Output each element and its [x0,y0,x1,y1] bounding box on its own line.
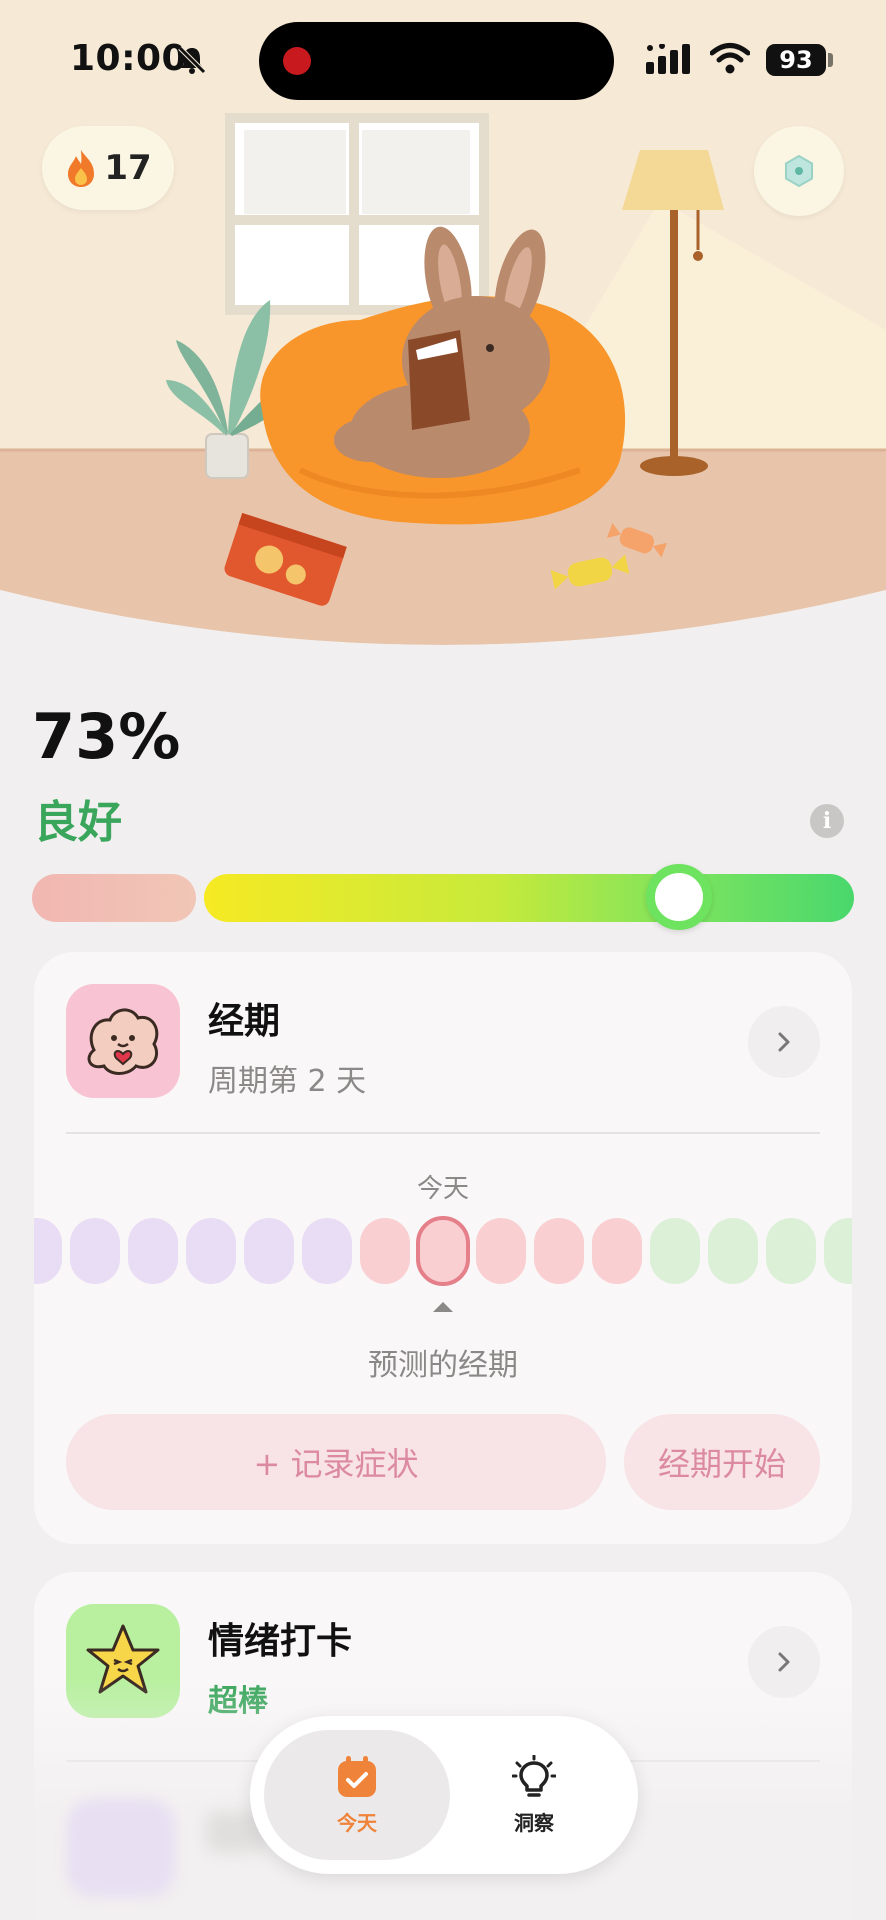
tab-insight[interactable]: 洞察 [446,1730,622,1860]
wellness-status: 良好 [34,797,122,848]
clock: 10:00 [70,38,188,79]
period-detail-button[interactable] [748,1006,820,1078]
cycle-day-green[interactable] [824,1218,852,1284]
cycle-day-green[interactable] [766,1218,816,1284]
tab-bar: 今天 洞察 [250,1716,638,1874]
cellular-signal-icon [646,44,690,74]
battery-tip [828,53,833,67]
chevron-right-icon [778,1032,790,1052]
period-card[interactable]: 经期 周期第 2 天 今天 预测的经期 + 记录症状 经期开始 [34,952,852,1544]
battery-icon: 93 [766,44,826,76]
score-gauge [32,864,854,930]
wifi-icon [710,43,750,74]
period-icon [66,984,180,1098]
cycle-day-purple[interactable] [70,1218,120,1284]
hero-illustration: 10:00 93 17 [0,0,886,665]
calendar-check-icon [338,1755,376,1797]
streak-count: 17 [104,148,152,188]
cycle-day-purple[interactable] [34,1218,62,1284]
settings-button[interactable] [754,126,844,216]
next-card-icon [66,1798,176,1898]
lightbulb-icon [512,1754,556,1797]
period-cycle-day: 周期第 2 天 [208,1064,367,1099]
gauge-knob [645,864,712,930]
hexagon-settings-icon [785,155,813,187]
cycle-day-green[interactable] [650,1218,700,1284]
record-symptoms-button[interactable]: + 记录症状 [66,1414,606,1510]
predicted-period-label: 预测的经期 [368,1348,518,1383]
tab-insight-label: 洞察 [514,1810,554,1835]
gauge-main-segment [204,874,854,922]
cycle-day-purple[interactable] [128,1218,178,1284]
tab-today-label: 今天 [337,1810,377,1835]
status-bar: 10:00 93 [0,0,886,120]
cycle-day-green[interactable] [708,1218,758,1284]
cycle-day-strip[interactable] [34,1216,852,1286]
period-title: 经期 [208,1001,281,1042]
cycle-day-purple[interactable] [186,1218,236,1284]
tab-today[interactable]: 今天 [264,1730,450,1860]
bell-muted-icon [178,46,206,74]
cycle-day-pink[interactable] [534,1218,584,1284]
gauge-low-segment [32,874,196,922]
streak-button[interactable]: 17 [42,126,174,210]
cycle-day-today[interactable] [416,1216,470,1286]
info-icon[interactable]: i [810,804,844,838]
cycle-day-pink[interactable] [592,1218,642,1284]
chevron-right-icon [778,1652,790,1672]
divider [66,1132,820,1134]
flame-icon [68,150,95,187]
recording-indicator-icon [283,47,311,75]
period-start-button[interactable]: 经期开始 [624,1414,820,1510]
cycle-day-pink[interactable] [360,1218,410,1284]
today-label: 今天 [416,1174,469,1204]
mood-title: 情绪打卡 [208,1621,353,1662]
cycle-day-pink[interactable] [476,1218,526,1284]
wellness-score: 73% [32,700,181,773]
cycle-day-purple[interactable] [302,1218,352,1284]
cycle-day-purple[interactable] [244,1218,294,1284]
dynamic-island [259,22,614,100]
today-indicator-icon [433,1302,453,1312]
